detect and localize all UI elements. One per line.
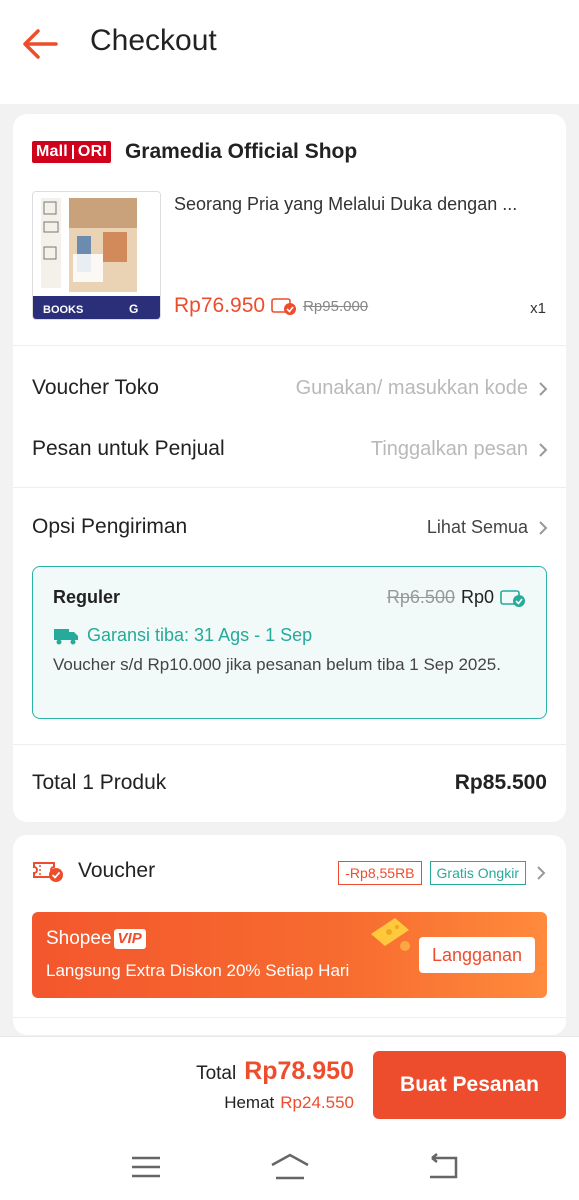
home-icon [271,1153,309,1180]
chevron-right-icon [537,866,546,880]
shipping-see-all[interactable]: Lihat Semua [427,517,548,538]
voucher-toko-label: Voucher Toko [32,376,159,399]
see-all-text: Lihat Semua [426,517,528,537]
divider [13,487,566,488]
voucher-card: Voucher -Rp8,55RB Gratis Ongkir Shopee V… [13,835,566,1035]
chevron-right-icon [539,442,548,457]
message-input[interactable]: Tinggalkan pesan [371,438,548,461]
menu-icon [132,1156,160,1178]
voucher-label: Voucher [78,859,156,882]
shipping-option-name: Reguler [53,587,121,607]
truck-icon [54,628,78,644]
subtotal-label: Total 1 Produk [32,771,167,794]
mall-badge: Mall ORI [32,141,111,163]
divider [13,345,566,346]
shipping-old-price: Rp6.500 [386,587,455,607]
message-placeholder: Tinggalkan pesan [370,438,528,460]
chevron-right-icon [539,520,548,535]
voucher-tags[interactable]: -Rp8,55RB Gratis Ongkir [330,861,546,885]
voucher-toko-input[interactable]: Gunakan/ masukkan kode [296,377,548,400]
image-label-right: G [129,302,138,316]
shopee-vip-logo: Shopee VIP [46,928,146,950]
place-order-button[interactable]: Buat Pesanan [373,1051,566,1119]
savings-value: Rp24.550 [280,1093,354,1112]
mall-badge-left: Mall [36,143,68,160]
product-name[interactable]: Seorang Pria yang Melalui Duka dengan ..… [174,194,544,215]
voucher-check-icon [271,298,297,315]
product-quantity: x1 [530,300,546,317]
vip-badge: VIP [113,929,146,949]
header: Checkout [0,0,579,104]
order-total-label: Total [196,1063,237,1084]
price-row: Rp76.950 Rp95.000 [174,294,368,318]
shipping-option-card[interactable]: Reguler Rp6.500 Rp0 Garansi tiba: 31 Ags… [32,566,547,719]
order-card: Mall ORI Gramedia Official Shop BOOKS G … [13,114,566,822]
shipping-price: Rp6.500 Rp0 [387,587,526,608]
divider [13,1017,566,1018]
arrow-left-icon [23,29,58,59]
vip-text: Langsung Extra Diskon 20% Setiap Hari [46,961,350,980]
divider [13,744,566,745]
discount-tag: -Rp8,55RB [338,861,422,885]
voucher-check-icon [500,589,525,607]
shopee-vip-banner[interactable]: Shopee VIP Langsung Extra Diskon 20% Set… [32,912,547,998]
message-label: Pesan untuk Penjual [32,437,225,460]
back-button[interactable] [20,26,60,62]
subscribe-button[interactable]: Langganan [419,937,535,973]
shop-name: Gramedia Official Shop [124,140,358,163]
bottom-bar: Total Rp78.950 Hemat Rp24.550 Buat Pesan… [0,1036,579,1132]
image-label-left: BOOKS [43,304,83,316]
back-nav-icon [430,1153,458,1179]
free-shipping-tag: Gratis Ongkir [429,861,526,885]
voucher-row[interactable]: Voucher [32,859,155,883]
savings-label: Hemat [224,1093,275,1112]
shipping-new-price: Rp0 [460,587,494,607]
page-title: Checkout [90,24,217,57]
product-original-price: Rp95.000 [303,297,369,315]
vip-brand: Shopee [46,928,112,949]
home-button[interactable] [270,1152,310,1182]
back-nav-button[interactable] [422,1152,462,1182]
subtotal-value: Rp85.500 [454,771,547,794]
guarantee-text: Garansi tiba: 31 Ags - 1 Sep [87,625,313,645]
cheese-icon [371,918,410,951]
order-savings: Hemat Rp24.550 [224,1093,354,1113]
shipping-guarantee: Garansi tiba: 31 Ags - 1 Sep [53,625,312,646]
product-price: Rp76.950 [174,294,266,317]
order-total: Total Rp78.950 [196,1057,354,1086]
menu-button[interactable] [126,1152,166,1182]
order-total-value: Rp78.950 [244,1057,354,1085]
shipping-label: Opsi Pengiriman [32,515,188,538]
shipping-note: Voucher s/d Rp10.000 jika pesanan belum … [53,655,501,674]
shop-header[interactable]: Mall ORI Gramedia Official Shop [32,140,357,164]
voucher-icon [33,862,63,882]
system-nav-bar [0,1132,579,1200]
product-image[interactable]: BOOKS G [32,191,161,320]
voucher-toko-placeholder: Gunakan/ masukkan kode [295,377,528,399]
chevron-right-icon [539,381,548,396]
mall-badge-right: ORI [77,143,107,160]
